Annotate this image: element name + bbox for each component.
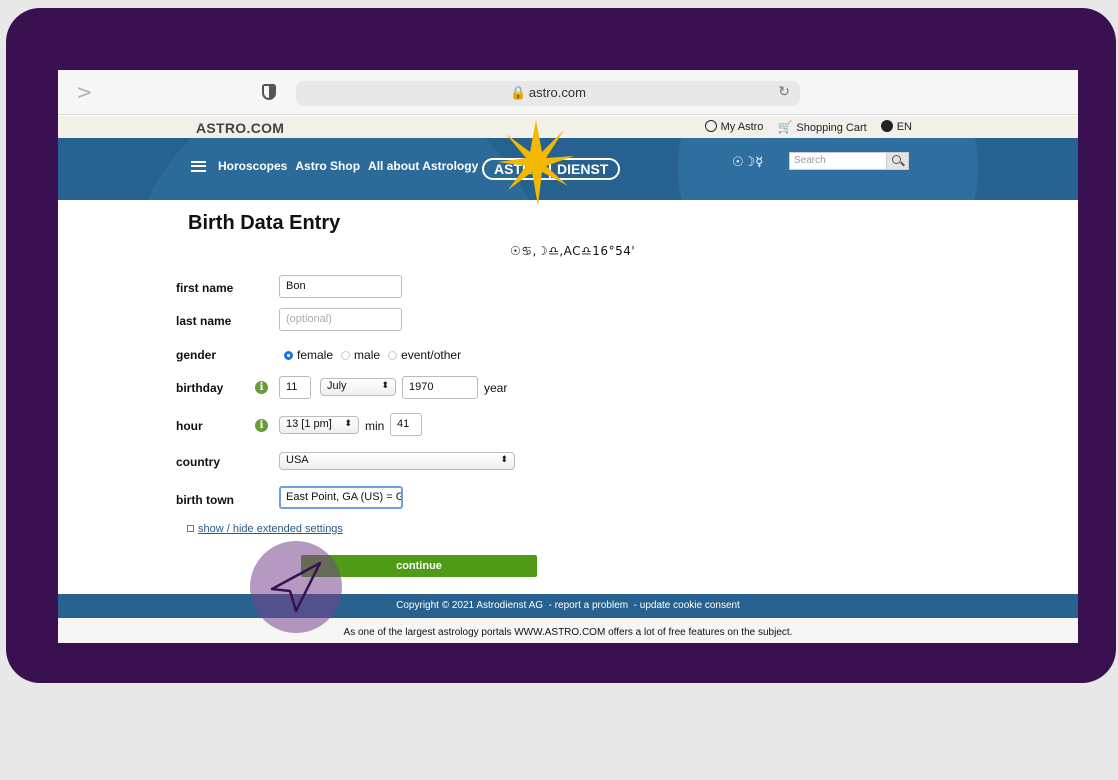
birth-day-input[interactable]: 11 [279,376,311,399]
nav-all-about-astrology[interactable]: All about Astrology [368,159,478,173]
hour-label: hour [176,419,203,433]
browser-toolbar: > 🔒 astro.com ↻ [58,70,1078,115]
main-menu: Horoscopes Astro Shop All about Astrolog… [191,159,478,173]
birth-town-input[interactable]: East Point, GA (US) = Ge [279,486,403,509]
cart-icon: 🛒 [777,120,793,134]
last-name-label: last name [176,314,232,328]
gender-radio-female[interactable] [284,350,293,360]
sub-footer-text: As one of the largest astrology portals … [58,618,1078,643]
hamburger-menu-icon[interactable] [191,160,206,172]
search-box[interactable]: Search [789,152,909,170]
select-arrow-icon: ⬍ [344,418,352,428]
hour-info-icon[interactable]: i [255,419,268,432]
gender-radio-event[interactable] [388,350,398,360]
search-input[interactable]: Search [794,155,826,166]
cursor-arrow-icon [270,561,322,613]
browser-screen: > 🔒 astro.com ↻ ASTRO.COM My Astro 🛒 Shop… [58,70,1078,643]
copyright-text: Copyright © 2021 Astrodienst AG [396,600,544,611]
extended-settings-toggle[interactable]: show / hide extended settings [187,523,343,535]
birth-month-select[interactable]: July ⬍ [320,378,396,396]
url-text: 🔒 astro.com [510,85,586,100]
birth-hour-select[interactable]: 13 [1 pm] ⬍ [279,416,359,434]
expand-icon [187,525,194,532]
last-name-input[interactable]: (optional) [279,308,402,331]
birth-minute-input[interactable]: 41 [390,413,422,436]
page-title: Birth Data Entry [188,212,341,234]
first-name-input[interactable]: Bon [279,275,402,298]
report-problem-link[interactable]: report a problem [555,600,628,611]
search-icon[interactable] [886,153,908,169]
my-astro-link[interactable]: My Astro [704,120,763,134]
country-select[interactable]: USA ⬍ [279,452,515,470]
min-label: min [365,419,385,433]
select-arrow-icon: ⬍ [381,380,389,390]
gender-radio-group: female male event/other [280,348,461,362]
nav-astro-shop[interactable]: Astro Shop [295,159,360,173]
gender-label: gender [176,348,217,362]
sun-logo-icon [498,120,574,206]
account-links: My Astro 🛒 Shopping Cart EN [704,120,912,134]
birth-town-label: birth town [176,493,234,507]
user-icon [704,120,717,132]
globe-icon [880,120,893,132]
footer-bar: Copyright © 2021 Astrodienst AG - report… [58,594,1078,618]
shopping-cart-link[interactable]: 🛒 Shopping Cart [777,120,866,134]
country-label: country [176,455,221,469]
nav-horoscopes[interactable]: Horoscopes [218,159,287,173]
site-logo-text[interactable]: ASTRO.COM [196,120,284,136]
address-bar[interactable]: 🔒 astro.com ↻ [296,81,800,106]
select-arrow-icon: ⬍ [500,454,508,464]
planet-glyphs[interactable]: ☉☽☿ [732,155,763,170]
device-frame: > 🔒 astro.com ↻ ASTRO.COM My Astro 🛒 Shop… [6,8,1116,683]
reload-icon[interactable]: ↻ [778,84,790,100]
year-label: year [484,381,508,395]
cookie-consent-link[interactable]: update cookie consent [640,600,740,611]
birthday-label: birthday [176,381,224,395]
gender-radio-male[interactable] [341,350,351,360]
birth-year-input[interactable]: 1970 [402,376,478,399]
touch-cursor [250,541,342,633]
first-name-label: first name [176,281,234,295]
language-link[interactable]: EN [880,120,912,134]
astro-summary: ☉♋,☽♎,AC♎16°54' [510,244,636,258]
birthday-info-icon[interactable]: i [255,381,268,394]
forward-icon[interactable]: > [76,80,93,104]
shield-icon[interactable] [262,84,276,100]
